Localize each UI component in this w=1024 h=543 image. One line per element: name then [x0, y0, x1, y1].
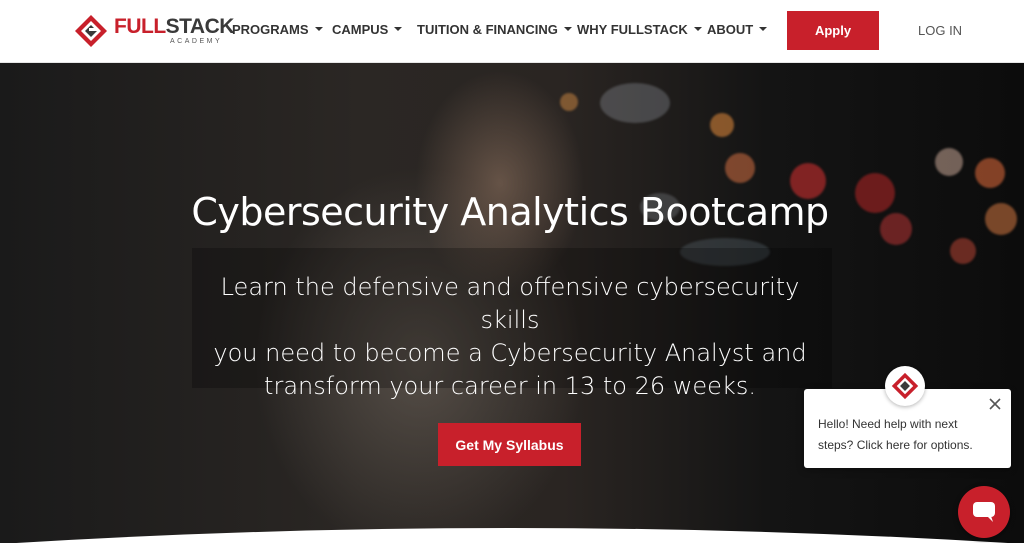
- logo-wordmark: FULLSTACK: [114, 15, 234, 39]
- nav-campus[interactable]: CAMPUS: [332, 22, 403, 37]
- nav-why-fullstack[interactable]: WHY FULLSTACK: [577, 22, 702, 37]
- bokeh-light: [950, 238, 976, 264]
- nav-programs[interactable]: PROGRAMS: [232, 22, 323, 37]
- caret-down-icon: [693, 26, 702, 31]
- chat-message-line: steps? Click here for options.: [818, 438, 973, 452]
- caret-down-icon: [394, 26, 403, 31]
- fullstack-logo-icon: [75, 15, 107, 47]
- apply-button[interactable]: Apply: [787, 11, 879, 50]
- nav-label: WHY FULLSTACK: [577, 22, 688, 37]
- logo-brand-stack: STACK: [165, 15, 235, 38]
- fullstack-logo-icon: [891, 372, 919, 400]
- nav-label: TUITION & FINANCING: [417, 22, 558, 37]
- nav-tuition-financing[interactable]: TUITION & FINANCING: [417, 22, 572, 37]
- chat-message[interactable]: Hello! Need help with next steps? Click …: [818, 414, 988, 456]
- nav-label: CAMPUS: [332, 22, 389, 37]
- chat-launcher-button[interactable]: [958, 486, 1010, 538]
- login-link[interactable]: LOG IN: [918, 23, 962, 38]
- caret-down-icon: [314, 26, 323, 31]
- nav-about[interactable]: ABOUT: [707, 22, 768, 37]
- caret-down-icon: [759, 26, 768, 31]
- hero-title: Cybersecurity Analytics Bootcamp: [191, 190, 829, 234]
- hero-subtitle-line: transform your career in 13 to 26 weeks.: [264, 372, 756, 400]
- bokeh-light: [560, 93, 578, 111]
- nav-label: PROGRAMS: [232, 22, 309, 37]
- fullstack-logo[interactable]: FULLSTACK ACADEMY: [74, 13, 234, 49]
- hero-subtitle: Learn the defensive and offensive cybers…: [202, 271, 818, 403]
- nav-label: ABOUT: [707, 22, 754, 37]
- bokeh-light: [725, 153, 755, 183]
- chat-agent-avatar: [885, 366, 925, 406]
- chat-message-line: Hello! Need help with next: [818, 417, 958, 431]
- bokeh-light: [975, 158, 1005, 188]
- bokeh-light: [935, 148, 963, 176]
- hero-bottom-curve: [16, 528, 1008, 543]
- bokeh-light: [600, 83, 670, 123]
- close-icon[interactable]: [986, 395, 1004, 413]
- get-syllabus-button[interactable]: Get My Syllabus: [438, 423, 581, 466]
- hero-banner: Cybersecurity Analytics Bootcamp Learn t…: [0, 63, 1024, 543]
- logo-brand-full: FULL: [114, 15, 166, 38]
- site-header: FULLSTACK ACADEMY PROGRAMS CAMPUS TUITIO…: [0, 0, 1024, 63]
- bokeh-light: [710, 113, 734, 137]
- chat-bubble-icon: [973, 502, 995, 522]
- caret-down-icon: [563, 26, 572, 31]
- logo-subtitle: ACADEMY: [170, 38, 223, 45]
- hero-subtitle-line: you need to become a Cybersecurity Analy…: [213, 339, 807, 367]
- hero-subtitle-line: Learn the defensive and offensive cybers…: [220, 273, 800, 334]
